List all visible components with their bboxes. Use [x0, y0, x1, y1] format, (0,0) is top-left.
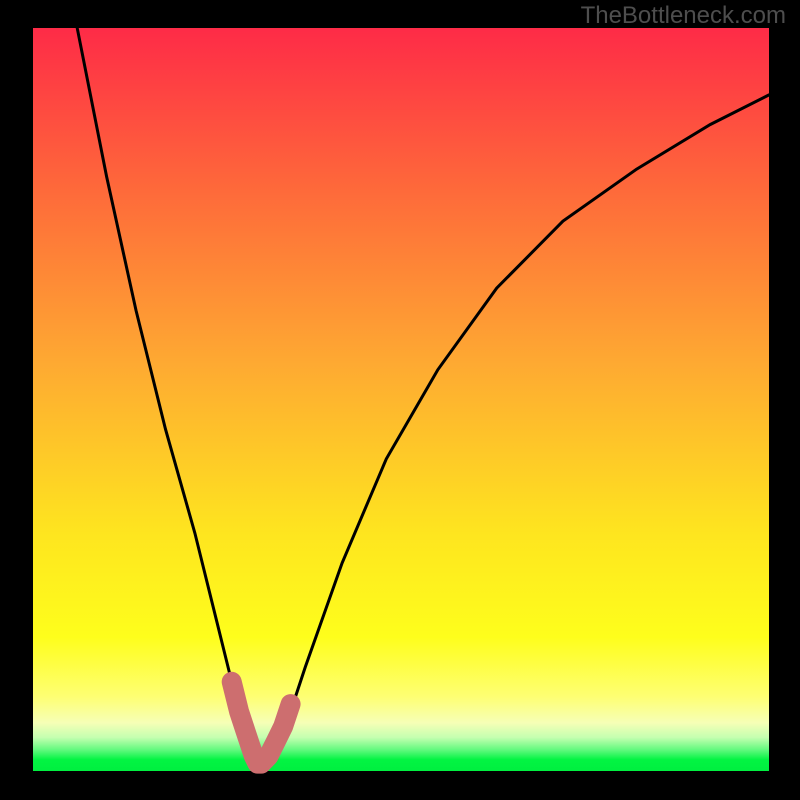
chart-frame: TheBottleneck.com	[0, 0, 800, 800]
watermark-text: TheBottleneck.com	[581, 2, 786, 30]
chart-svg	[0, 0, 800, 800]
plot-background	[33, 28, 769, 771]
